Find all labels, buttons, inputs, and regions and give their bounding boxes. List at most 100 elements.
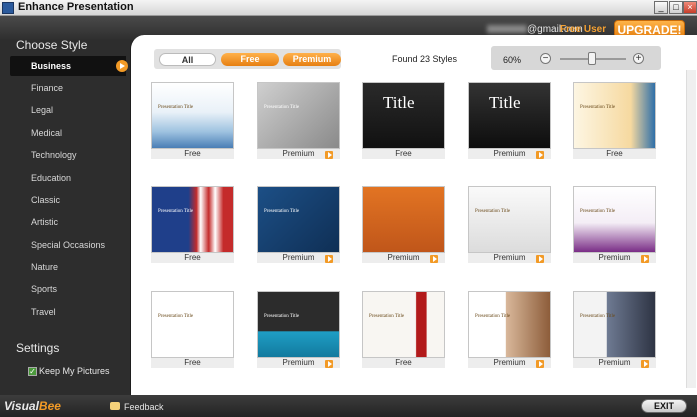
zoom-in-button[interactable]: + xyxy=(633,53,644,64)
thumbnail-title: Presentation Title xyxy=(158,209,194,214)
style-card[interactable]: Presentation Title Premium xyxy=(257,82,340,159)
found-count: Found 23 Styles xyxy=(392,54,458,64)
visualbee-logo: VisualBee xyxy=(4,399,61,413)
style-card[interactable]: Presentation Title Free xyxy=(573,82,656,159)
style-card[interactable]: Presentation Title Free xyxy=(151,186,234,263)
premium-arrow-icon[interactable] xyxy=(536,151,544,159)
keep-pictures-checkbox[interactable]: ✓ xyxy=(28,367,37,376)
style-card[interactable]: Presentation Title Premium xyxy=(573,186,656,263)
style-card[interactable]: Presentation Title Free xyxy=(151,82,234,159)
style-card[interactable]: Presentation Title Premium xyxy=(468,186,551,263)
style-card[interactable]: Presentation Title Premium xyxy=(257,291,340,368)
window-title: Enhance Presentation xyxy=(18,1,134,13)
style-thumbnail[interactable]: Presentation Title xyxy=(362,291,445,358)
redacted-email-name xyxy=(487,25,527,34)
logo-text-a: Visual xyxy=(4,399,39,413)
sidebar-item-label: Business xyxy=(31,61,72,71)
thumbnail-title: Presentation Title xyxy=(264,209,300,214)
style-thumbnail[interactable]: Presentation Title xyxy=(151,291,234,358)
free-label: Free xyxy=(151,149,234,159)
style-thumbnail[interactable]: Presentation Title xyxy=(468,291,551,358)
style-thumbnail[interactable]: Presentation Title xyxy=(257,186,340,253)
thumbnail-title: Presentation Title xyxy=(580,209,616,214)
thumbnail-title: Presentation Title xyxy=(158,105,194,110)
style-thumbnail[interactable]: Presentation Title xyxy=(573,291,656,358)
zoom-out-button[interactable]: − xyxy=(540,53,551,64)
feedback-icon[interactable] xyxy=(110,402,120,410)
style-thumbnail[interactable] xyxy=(362,186,445,253)
style-thumbnail[interactable]: Title xyxy=(468,82,551,149)
footer-bar xyxy=(0,395,697,417)
free-label: Free xyxy=(362,358,445,368)
free-label: Free xyxy=(151,358,234,368)
sidebar-item-education[interactable]: Education xyxy=(10,168,126,188)
thumbnail-title: Presentation Title xyxy=(158,314,194,319)
sidebar-item-classic[interactable]: Classic xyxy=(10,190,126,210)
style-thumbnail[interactable]: Presentation Title xyxy=(468,186,551,253)
sidebar-item-special-occasions[interactable]: Special Occasions xyxy=(10,235,126,255)
sidebar-item-finance[interactable]: Finance xyxy=(10,78,126,98)
sidebar-item-sports[interactable]: Sports xyxy=(10,279,126,299)
keep-pictures-label: Keep My Pictures xyxy=(39,366,110,376)
close-button[interactable]: × xyxy=(683,1,697,14)
sidebar-item-artistic[interactable]: Artistic xyxy=(10,212,126,232)
style-card[interactable]: Premium xyxy=(362,186,445,263)
free-label: Free xyxy=(362,149,445,159)
settings-heading: Settings xyxy=(16,341,60,355)
style-card[interactable]: Presentation Title Premium xyxy=(257,186,340,263)
premium-arrow-icon[interactable] xyxy=(641,360,649,368)
zoom-slider-handle[interactable] xyxy=(588,52,596,65)
style-thumbnail[interactable]: Presentation Title xyxy=(573,186,656,253)
thumbnail-title: Presentation Title xyxy=(264,105,300,110)
maximize-button[interactable]: □ xyxy=(669,1,683,14)
premium-arrow-icon[interactable] xyxy=(641,255,649,263)
app-window: Enhance Presentation _ □ × @gmail.com Fr… xyxy=(0,0,697,417)
premium-arrow-icon[interactable] xyxy=(325,360,333,368)
style-card[interactable]: Presentation Title Free xyxy=(151,291,234,368)
sidebar-item-nature[interactable]: Nature xyxy=(10,257,126,277)
sidebar-item-travel[interactable]: Travel xyxy=(10,302,126,322)
minimize-button[interactable]: _ xyxy=(654,1,668,14)
thumbnail-title: Title xyxy=(489,93,521,112)
style-thumbnail[interactable]: Presentation Title xyxy=(573,82,656,149)
style-thumbnail[interactable]: Presentation Title xyxy=(151,186,234,253)
sidebar-item-technology[interactable]: Technology xyxy=(10,145,126,165)
style-thumbnail[interactable]: Title xyxy=(362,82,445,149)
zoom-value: 60% xyxy=(503,55,522,65)
thumbnail-title: Presentation Title xyxy=(580,105,616,110)
exit-button[interactable]: EXIT xyxy=(641,399,687,413)
title-bar: Enhance Presentation _ □ × xyxy=(0,0,697,16)
style-card[interactable]: Title Premium xyxy=(468,82,551,159)
sidebar-item-medical[interactable]: Medical xyxy=(10,123,126,143)
style-thumbnail[interactable]: Presentation Title xyxy=(257,82,340,149)
feedback-link[interactable]: Feedback xyxy=(124,402,164,412)
thumbnail-title: Presentation Title xyxy=(264,314,300,319)
style-thumbnail[interactable]: Presentation Title xyxy=(151,82,234,149)
app-icon xyxy=(2,2,14,14)
premium-arrow-icon[interactable] xyxy=(536,255,544,263)
style-card[interactable]: Presentation Title Premium xyxy=(573,291,656,368)
premium-arrow-icon[interactable] xyxy=(536,360,544,368)
thumbnail-title: Title xyxy=(383,93,415,112)
thumbnail-title: Presentation Title xyxy=(475,209,511,214)
thumbnail-title: Presentation Title xyxy=(475,314,511,319)
premium-arrow-icon[interactable] xyxy=(325,151,333,159)
tab-all[interactable]: All xyxy=(159,53,216,66)
premium-arrow-icon[interactable] xyxy=(325,255,333,263)
sidebar-item-business[interactable]: Business xyxy=(10,56,128,76)
style-thumbnail[interactable]: Presentation Title xyxy=(257,291,340,358)
logo-text-b: Bee xyxy=(38,399,61,413)
style-card[interactable]: Presentation Title Premium xyxy=(468,291,551,368)
scrollbar[interactable] xyxy=(686,70,696,388)
thumbnail-title: Presentation Title xyxy=(580,314,616,319)
arrow-right-icon xyxy=(116,60,128,72)
user-status: Free User xyxy=(560,24,607,35)
premium-arrow-icon[interactable] xyxy=(430,255,438,263)
free-label: Free xyxy=(573,149,656,159)
style-card[interactable]: Presentation Title Free xyxy=(362,291,445,368)
style-card[interactable]: Title Free xyxy=(362,82,445,159)
tab-free[interactable]: Free xyxy=(221,53,279,66)
tab-premium[interactable]: Premium xyxy=(283,53,341,66)
free-label: Free xyxy=(151,253,234,263)
sidebar-item-legal[interactable]: Legal xyxy=(10,100,126,120)
